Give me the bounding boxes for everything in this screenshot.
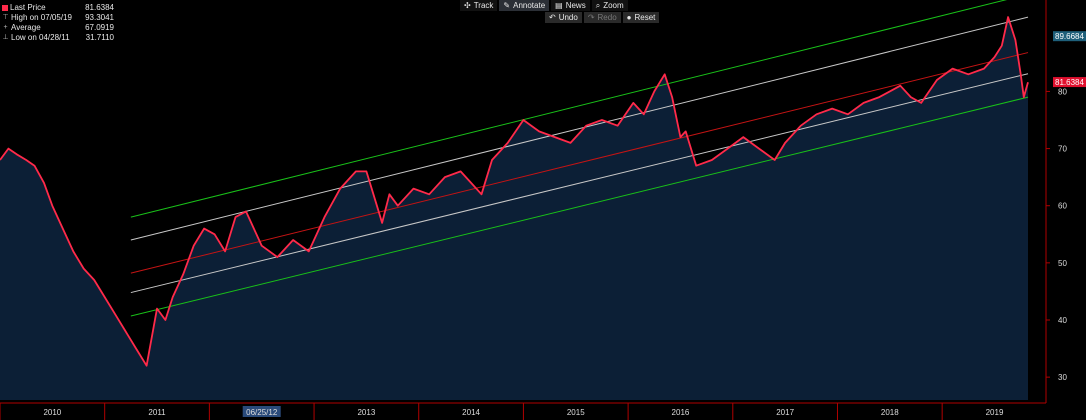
reset-icon: ● — [626, 13, 632, 22]
low-marker-icon: ⊥ — [2, 34, 9, 41]
undo-button[interactable]: ↶ Undo — [545, 12, 582, 23]
x-tick-label: 2013 — [357, 408, 375, 417]
chart-legend: Last Price 81.6384 ⊤ High on 07/05/19 93.… — [2, 3, 114, 43]
annotate-label: Annotate — [513, 1, 546, 10]
pencil-icon: ✎ — [503, 1, 511, 10]
legend-high: ⊤ High on 07/05/19 93.3041 — [2, 13, 114, 23]
track-button[interactable]: ✣ Track — [460, 0, 498, 11]
zoom-label: Zoom — [603, 1, 624, 10]
price-chart[interactable]: 30 40 50 60 70 80 89.6684 81.6384 2010 2011 06/25/… — [0, 0, 1086, 420]
average-marker-icon: + — [3, 24, 8, 31]
chart-toolbar: ✣ Track ✎ Annotate ▤ News ⌕ Zoom — [460, 0, 628, 11]
x-tick-label: 06/25/12 — [246, 408, 278, 417]
value-label-text: 81.6384 — [1055, 78, 1084, 87]
price-area-fill — [0, 17, 1028, 400]
y-tick-label: 40 — [1058, 316, 1067, 325]
zoom-button[interactable]: ⌕ Zoom — [591, 0, 628, 11]
news-icon: ▤ — [555, 1, 563, 10]
y-tick-label: 30 — [1058, 373, 1067, 382]
undo-label: Undo — [558, 13, 578, 22]
y-tick-label: 70 — [1058, 145, 1067, 154]
x-tick-label: 2017 — [776, 408, 794, 417]
undo-icon: ↶ — [549, 13, 556, 22]
y-tick-label: 60 — [1058, 202, 1067, 211]
legend-value: 93.3041 — [85, 13, 114, 22]
track-label: Track — [473, 1, 494, 10]
redo-icon: ↷ — [587, 13, 595, 22]
x-tick-label: 2018 — [881, 408, 899, 417]
x-tick-label: 2014 — [462, 408, 480, 417]
reset-button[interactable]: ● Reset — [622, 12, 660, 23]
legend-label: Last Price — [10, 3, 46, 12]
y-tick-label: 50 — [1058, 259, 1067, 268]
legend-average: + Average 67.0919 — [2, 23, 114, 33]
magnifier-icon: ⌕ — [595, 1, 601, 10]
crosshair-icon: ✣ — [464, 1, 471, 10]
value-label-text: 89.6684 — [1055, 32, 1084, 41]
red-square-icon — [2, 5, 8, 11]
legend-last-price: Last Price 81.6384 — [2, 3, 114, 13]
legend-label: Low on 04/28/11 — [11, 33, 70, 42]
edit-toolbar: ↶ Undo ↷ Redo ● Reset — [545, 12, 660, 23]
reset-label: Reset — [634, 13, 656, 22]
legend-value: 67.0919 — [85, 23, 114, 32]
legend-value: 81.6384 — [85, 3, 114, 12]
redo-label: Redo — [597, 13, 617, 22]
x-tick-label: 2011 — [148, 408, 166, 417]
legend-label: High on 07/05/19 — [11, 13, 72, 22]
x-tick-label: 2019 — [986, 408, 1004, 417]
x-tick-label: 2015 — [567, 408, 585, 417]
news-button[interactable]: ▤ News — [551, 0, 590, 11]
redo-button[interactable]: ↷ Redo — [583, 12, 621, 23]
legend-low: ⊥ Low on 04/28/11 31.7110 — [2, 33, 114, 43]
legend-label: Average — [11, 23, 41, 32]
x-tick-label: 2010 — [43, 408, 61, 417]
annotate-button[interactable]: ✎ Annotate — [499, 0, 550, 11]
high-marker-icon: ⊤ — [2, 14, 9, 21]
x-tick-label: 2016 — [672, 408, 690, 417]
legend-value: 31.7110 — [85, 33, 114, 42]
news-label: News — [565, 1, 586, 10]
y-tick-label: 80 — [1058, 87, 1067, 96]
